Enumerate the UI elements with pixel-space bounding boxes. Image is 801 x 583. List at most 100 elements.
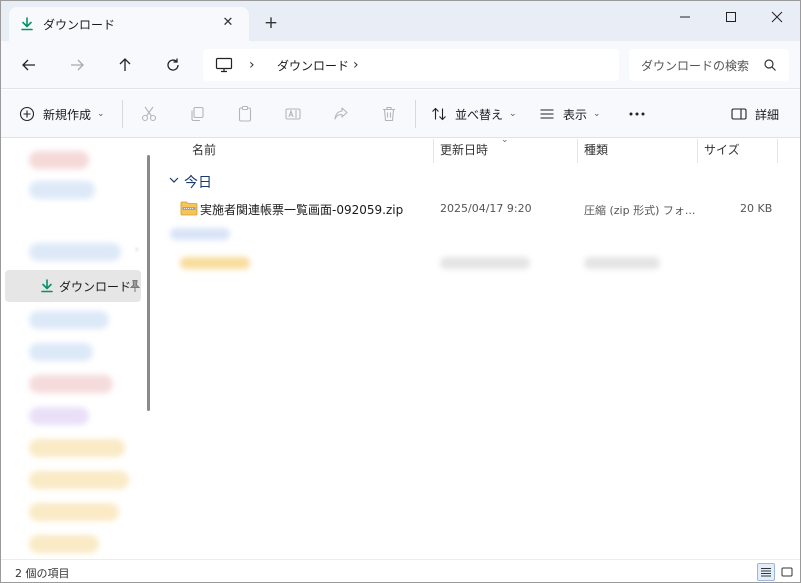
list-view-icon <box>540 109 554 119</box>
nav-item-blurred[interactable] <box>29 311 109 329</box>
delete-button[interactable] <box>379 104 399 124</box>
file-name: 実施者関連帳票一覧画面-092059.zip <box>200 203 404 217</box>
column-header-modified[interactable]: 更新日時 <box>440 139 488 163</box>
refresh-button[interactable] <box>161 53 185 77</box>
chevron-down-icon: ⌄ <box>509 109 517 119</box>
group-header-today[interactable]: 今日 <box>184 172 212 192</box>
close-tab-button[interactable]: ✕ <box>219 14 237 32</box>
refresh-icon <box>167 58 179 71</box>
search-placeholder: ダウンロードの検索 <box>641 59 750 73</box>
breadcrumb-downloads[interactable]: ダウンロード <box>277 57 349 74</box>
pin-icon[interactable] <box>129 279 141 293</box>
chevron-down-icon: ⌄ <box>97 109 105 119</box>
share-icon <box>334 107 348 120</box>
nav-item-blurred[interactable] <box>29 151 89 169</box>
chevron-right-icon[interactable]: › <box>249 57 255 73</box>
arrow-left-icon <box>22 59 35 71</box>
nav-item-blurred[interactable] <box>29 407 89 425</box>
nav-scrollbar[interactable] <box>147 155 150 411</box>
chevron-right-icon[interactable]: › <box>353 57 359 73</box>
group-header-blurred[interactable] <box>170 228 230 240</box>
tab-downloads[interactable]: ダウンロード ✕ <box>9 7 249 41</box>
tiles-view-icon <box>781 567 793 577</box>
toolbar-divider <box>122 100 123 128</box>
nav-item-blurred[interactable] <box>29 471 129 489</box>
share-button[interactable] <box>331 104 351 124</box>
details-view-icon <box>761 568 771 577</box>
file-row[interactable]: 実施者関連帳票一覧画面-092059.zip 2025/04/17 9:20 圧… <box>160 197 800 221</box>
column-header-type[interactable]: 種類 <box>584 139 608 163</box>
sort-arrow-icon: ⌄ <box>501 135 509 145</box>
nav-item-blurred[interactable] <box>29 181 95 199</box>
rename-icon <box>285 108 301 120</box>
status-bar: 2 個の項目 <box>1 559 800 582</box>
file-row-blurred[interactable] <box>584 257 660 269</box>
arrow-right-icon <box>71 59 84 71</box>
navigation-pane: › ダウンロード <box>1 139 159 559</box>
item-count: 2 個の項目 <box>15 567 70 580</box>
maximize-icon <box>726 12 736 22</box>
search-icon <box>764 59 776 71</box>
maximize-button[interactable] <box>708 1 754 33</box>
cut-button[interactable] <box>139 104 159 124</box>
command-bar: 新規作成 ⌄ 並べ替え ⌄ 表示 ⌄ 詳細 <box>1 90 800 138</box>
clipboard-icon <box>238 105 252 122</box>
column-divider[interactable] <box>433 139 434 163</box>
view-button[interactable]: 表示 ⌄ <box>539 102 601 126</box>
zip-folder-icon <box>180 201 198 216</box>
minimize-button[interactable] <box>662 1 708 33</box>
rename-button[interactable] <box>283 104 303 124</box>
column-divider[interactable] <box>697 139 698 163</box>
details-pane-icon <box>731 108 747 120</box>
address-bar[interactable]: › ダウンロード › <box>203 49 619 81</box>
toolbar-divider <box>415 100 416 128</box>
plus-circle-icon <box>19 106 35 122</box>
trash-icon <box>383 106 395 122</box>
file-explorer-window: ダウンロード ✕ + › ダウンロード › ダウンロードの検索 新規作成 ⌄ 並… <box>0 0 801 583</box>
forward-button[interactable] <box>65 53 89 77</box>
large-icons-view-button[interactable] <box>778 563 796 581</box>
details-pane-button[interactable]: 詳細 <box>731 102 779 126</box>
pin-icon: › <box>135 245 139 255</box>
column-header-size[interactable]: サイズ <box>704 139 740 163</box>
column-divider[interactable] <box>777 139 778 163</box>
back-button[interactable] <box>17 53 41 77</box>
download-icon <box>41 279 53 293</box>
nav-item-label: ダウンロード <box>59 280 132 294</box>
file-list: 名前 ⌄ 更新日時 種類 サイズ 今日 実施者関連帳票一覧画面-092059.z… <box>160 135 800 559</box>
arrow-up-icon <box>119 58 131 71</box>
tab-title: ダウンロード <box>43 18 116 32</box>
nav-item-blurred[interactable] <box>29 375 113 393</box>
view-button-label: 表示 <box>563 107 588 122</box>
search-box[interactable]: ダウンロードの検索 <box>629 49 789 81</box>
file-row-blurred[interactable] <box>180 257 250 269</box>
file-size: 20 KB <box>740 202 773 215</box>
paste-button[interactable] <box>235 104 255 124</box>
close-window-button[interactable] <box>754 1 800 33</box>
details-view-button[interactable] <box>757 563 775 581</box>
copy-button[interactable] <box>187 104 207 124</box>
new-button[interactable]: 新規作成 ⌄ <box>19 102 105 126</box>
nav-item-blurred[interactable] <box>29 503 119 521</box>
nav-item-downloads[interactable]: ダウンロード <box>5 270 141 302</box>
new-tab-button[interactable]: + <box>261 13 281 33</box>
computer-icon <box>215 57 233 73</box>
more-options-button[interactable] <box>627 104 647 124</box>
close-icon <box>771 11 783 23</box>
nav-item-blurred[interactable] <box>29 439 125 457</box>
copy-icon <box>191 106 204 122</box>
minimize-icon <box>680 16 690 18</box>
nav-item-blurred[interactable] <box>29 243 121 261</box>
new-button-label: 新規作成 <box>43 107 92 122</box>
chevron-down-icon[interactable] <box>168 174 180 186</box>
up-button[interactable] <box>113 53 137 77</box>
column-header-name[interactable]: 名前 <box>192 139 216 163</box>
sort-button[interactable]: 並べ替え ⌄ <box>431 102 517 126</box>
nav-item-blurred[interactable] <box>29 535 99 553</box>
tab-strip: ダウンロード ✕ + <box>1 1 800 41</box>
column-divider[interactable] <box>577 139 578 163</box>
scissors-icon <box>141 106 157 122</box>
file-row-blurred[interactable] <box>440 257 530 269</box>
sort-icon <box>432 107 446 121</box>
nav-item-blurred[interactable] <box>29 343 93 361</box>
